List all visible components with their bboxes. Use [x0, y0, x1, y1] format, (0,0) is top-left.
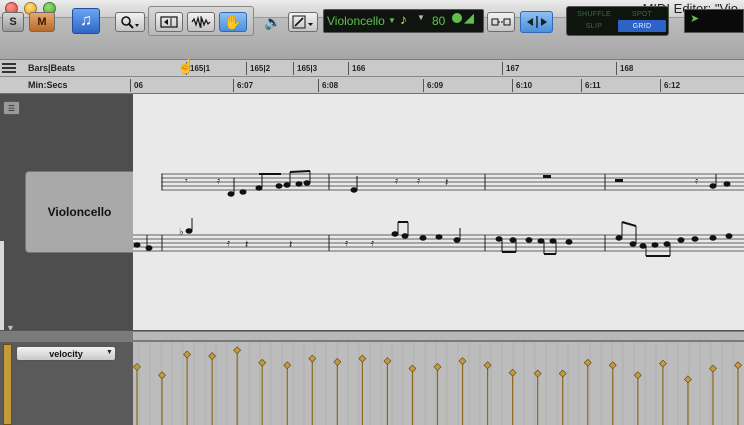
svg-text:𝄽: 𝄽	[245, 239, 248, 251]
spot-mode-button[interactable]: SPOT	[618, 8, 666, 20]
velocity-stalks[interactable]	[133, 342, 744, 425]
svg-text:♭: ♭	[179, 227, 184, 238]
mins-tick: 06	[130, 79, 143, 92]
track-name-label[interactable]: Violoncello	[25, 171, 133, 253]
volume-icon[interactable]: ◢	[464, 10, 474, 26]
lane-type-selector[interactable]: velocity	[16, 346, 116, 361]
bars-tick: 168	[616, 62, 633, 75]
velocity-handle[interactable]	[233, 346, 242, 355]
velocity-handle[interactable]	[183, 350, 192, 359]
velocity-handle[interactable]	[133, 362, 141, 371]
mins-tick: 6:11	[581, 79, 601, 92]
velocity-handle[interactable]	[709, 364, 717, 373]
velocity-handle[interactable]	[383, 357, 392, 366]
svg-text:𝄽: 𝄽	[289, 239, 292, 251]
svg-text:𝄿: 𝄿	[395, 176, 398, 187]
zoom-tool-button[interactable]	[115, 12, 145, 32]
score-staves[interactable]: 𝄾 𝄿 𝄿 𝄿 𝄽 𝄿 ♭ 𝄿 𝄽 𝄽 𝄿 𝄿	[133, 94, 744, 330]
solo-button[interactable]: S	[2, 12, 24, 32]
velocity-handle[interactable]	[433, 362, 442, 371]
velocity-handle[interactable]	[208, 352, 217, 361]
velocity-handle[interactable]	[358, 354, 367, 363]
svg-text:𝄿: 𝄿	[227, 238, 230, 249]
trim-icon	[160, 16, 178, 28]
velocity-handle[interactable]	[458, 357, 467, 366]
velocity-handle[interactable]	[608, 361, 617, 370]
grabber-tool-button[interactable]: ✋	[219, 12, 247, 32]
magnifier-icon	[121, 16, 139, 29]
svg-text:𝄿: 𝄿	[417, 176, 420, 187]
mirror-icon	[491, 18, 511, 26]
grid-mode-button[interactable]: GRID	[618, 20, 666, 32]
cursor-arrow-icon: ➤	[690, 13, 700, 25]
scrub-tool-button[interactable]: 🔈	[262, 12, 284, 32]
velocity-handle[interactable]	[558, 369, 567, 378]
pencil-tool-button[interactable]	[288, 12, 318, 32]
velocity-handle[interactable]	[333, 357, 342, 366]
velocity-handle[interactable]	[408, 364, 417, 373]
bars-tick: 167	[502, 62, 519, 75]
notation-view-button[interactable]: ♫	[72, 8, 100, 34]
svg-text:𝄿: 𝄿	[371, 238, 374, 249]
slip-mode-button[interactable]: SLIP	[570, 20, 618, 32]
bars-tick: 165|2	[246, 62, 270, 75]
velocity-handle[interactable]	[508, 368, 517, 377]
pencil-icon	[292, 15, 313, 29]
speaker-icon: 🔈	[264, 13, 282, 30]
mins-tick: 6:09	[423, 79, 443, 92]
track-list-menu-button[interactable]: ☰	[3, 101, 20, 115]
chevron-down-icon: ▼	[417, 13, 425, 22]
velocity-handle[interactable]	[633, 371, 642, 380]
min-secs-ruler[interactable]	[0, 77, 744, 94]
chevron-down-icon: ▼	[106, 349, 113, 356]
bars-beats-label: Bars|Beats	[28, 63, 76, 73]
velocity-handle[interactable]	[734, 361, 742, 370]
trim-tool-button[interactable]	[155, 12, 183, 32]
hand-cursor-icon: ☝	[177, 58, 195, 74]
mute-button[interactable]: M	[29, 12, 55, 32]
waveform-select-icon	[191, 16, 211, 28]
velocity-handle[interactable]	[483, 361, 492, 370]
note-duration-icon[interactable]: ♪	[400, 11, 407, 27]
shuffle-mode-button[interactable]: SHUFFLE	[570, 8, 618, 20]
velocity-handle[interactable]	[283, 361, 292, 370]
upper-staff-notes: 𝄾 𝄿 𝄿 𝄿 𝄽 𝄿	[185, 170, 731, 197]
velocity-handle[interactable]	[683, 375, 692, 384]
mins-tick: 6:12	[660, 79, 680, 92]
midi-input-icon[interactable]	[452, 13, 462, 23]
hand-icon: ✋	[224, 13, 242, 30]
svg-text:𝄾: 𝄾	[185, 176, 188, 187]
svg-text:𝄽: 𝄽	[445, 177, 448, 189]
mins-tick: 6:07	[233, 79, 253, 92]
link-arrows-icon	[526, 16, 547, 28]
velocity-handle[interactable]	[658, 359, 667, 368]
link-timeline-button[interactable]	[520, 11, 553, 33]
velocity-handle[interactable]	[158, 371, 166, 380]
mins-tick: 6:10	[512, 79, 532, 92]
music-note-icon: ♫	[80, 12, 92, 29]
bars-tick: 166	[348, 62, 365, 75]
mins-tick: 6:08	[318, 79, 338, 92]
barlines	[146, 174, 606, 251]
bars-tick: 165|3	[293, 62, 317, 75]
mirror-edit-button[interactable]	[487, 12, 515, 32]
chevron-down-icon: ▼	[388, 16, 396, 25]
svg-text:𝄿: 𝄿	[695, 176, 698, 187]
lower-staff-notes: ♭ 𝄿 𝄽 𝄽 𝄿 𝄿	[133, 218, 733, 257]
min-secs-label: Min:Secs	[28, 80, 68, 90]
window-edge	[0, 241, 4, 340]
svg-text:𝄿: 𝄿	[217, 176, 220, 187]
selector-tool-button[interactable]	[187, 12, 215, 32]
default-velocity-value[interactable]: 80	[432, 12, 445, 30]
pane-divider-track	[133, 332, 744, 340]
svg-text:𝄿: 𝄿	[345, 238, 348, 249]
lane-color-strip[interactable]	[3, 344, 12, 425]
upper-staff	[161, 173, 744, 191]
ruler-menu-icon[interactable]	[2, 63, 16, 73]
